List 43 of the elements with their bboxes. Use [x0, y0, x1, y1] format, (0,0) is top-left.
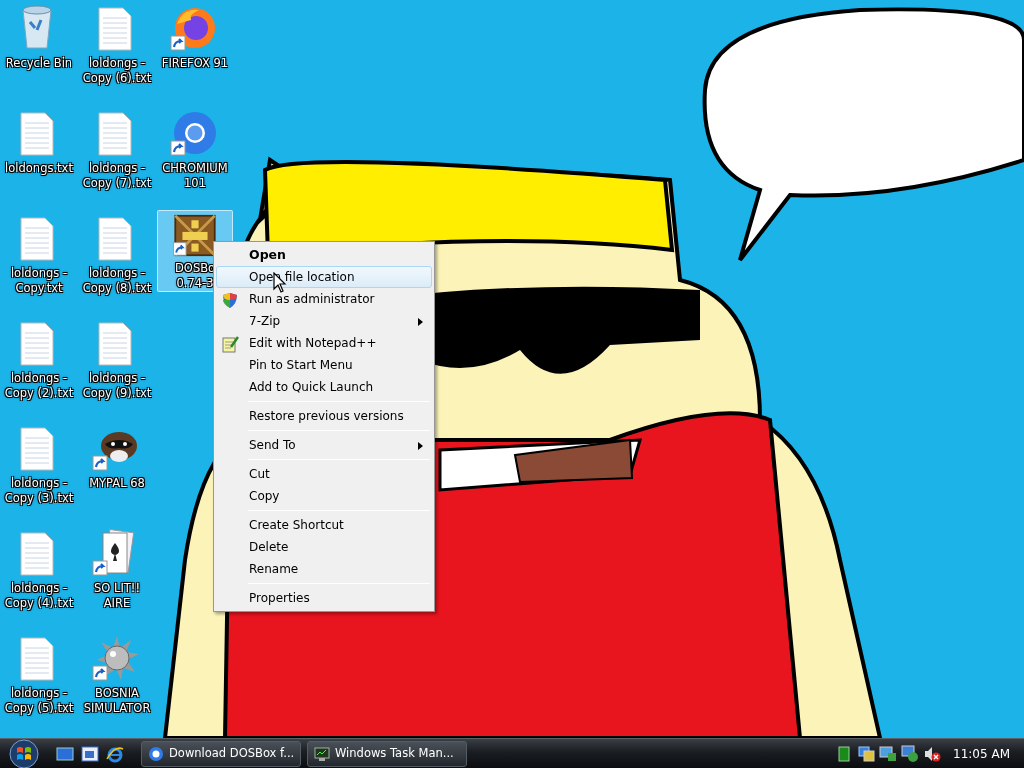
icon-label: loldongs - Copy (6).txt: [81, 56, 153, 86]
taskbar-button[interactable]: Download DOSBox f...: [141, 740, 301, 767]
menu-item[interactable]: Restore previous versions: [216, 405, 432, 427]
menu-item[interactable]: Copy: [216, 485, 432, 507]
start-button[interactable]: [6, 738, 42, 768]
menu-item[interactable]: Delete: [216, 536, 432, 558]
computer-icon[interactable]: [879, 744, 898, 763]
icon-label: loldongs - Copy (2).txt: [3, 371, 75, 401]
icon-label: loldongs - Copy (7).txt: [81, 161, 153, 191]
network-globe-icon[interactable]: [901, 744, 920, 763]
icon-label: BOSNIA SIMULATOR: [82, 686, 152, 716]
icon-label: loldongs - Copy (9).txt: [81, 371, 153, 401]
menu-item[interactable]: Rename: [216, 558, 432, 580]
icon-label: loldongs - Copy (3).txt: [3, 476, 75, 506]
taskbar-button[interactable]: Windows Task Man...: [307, 740, 467, 767]
menu-item[interactable]: Cut: [216, 463, 432, 485]
menu-item[interactable]: Pin to Start Menu: [216, 354, 432, 376]
network-icon[interactable]: [857, 744, 876, 763]
menu-item[interactable]: Create Shortcut: [216, 514, 432, 536]
clock[interactable]: 11:05 AM: [953, 744, 1010, 763]
icon-label: loldongs.txt: [4, 161, 74, 176]
menu-item[interactable]: 7-Zip: [216, 310, 432, 332]
menu-item[interactable]: Properties: [216, 587, 432, 609]
icon-label: MYPAL 68: [88, 476, 146, 491]
icon-label: DOSBo 0.74-3: [175, 261, 215, 291]
icon-label: loldongs - Copy (4).txt: [3, 581, 75, 611]
icon-label: SO LIT!! AIRE: [92, 581, 142, 611]
menu-item[interactable]: Send To: [216, 434, 432, 456]
menu-item[interactable]: Edit with Notepad++: [216, 332, 432, 354]
icon-label: loldongs - Copy.txt: [9, 266, 69, 296]
icon-label: CHROMIUM 101: [161, 161, 229, 191]
desktop-icon[interactable]: [56, 744, 74, 763]
icon-label: loldongs - Copy (5).txt: [3, 686, 75, 716]
chromium-icon: [148, 745, 164, 762]
monitor-icon: [314, 745, 330, 762]
notepad-icon: [221, 335, 239, 353]
ie-icon[interactable]: [106, 744, 124, 763]
shield-icon: [221, 291, 239, 309]
menu-item[interactable]: Add to Quick Launch: [216, 376, 432, 398]
icon-label: Recycle Bin: [4, 56, 74, 71]
windows-icon[interactable]: [81, 744, 99, 763]
icon-label: loldongs - Copy (8).txt: [81, 266, 153, 296]
icon-label: FIREFOX 91: [160, 56, 230, 71]
